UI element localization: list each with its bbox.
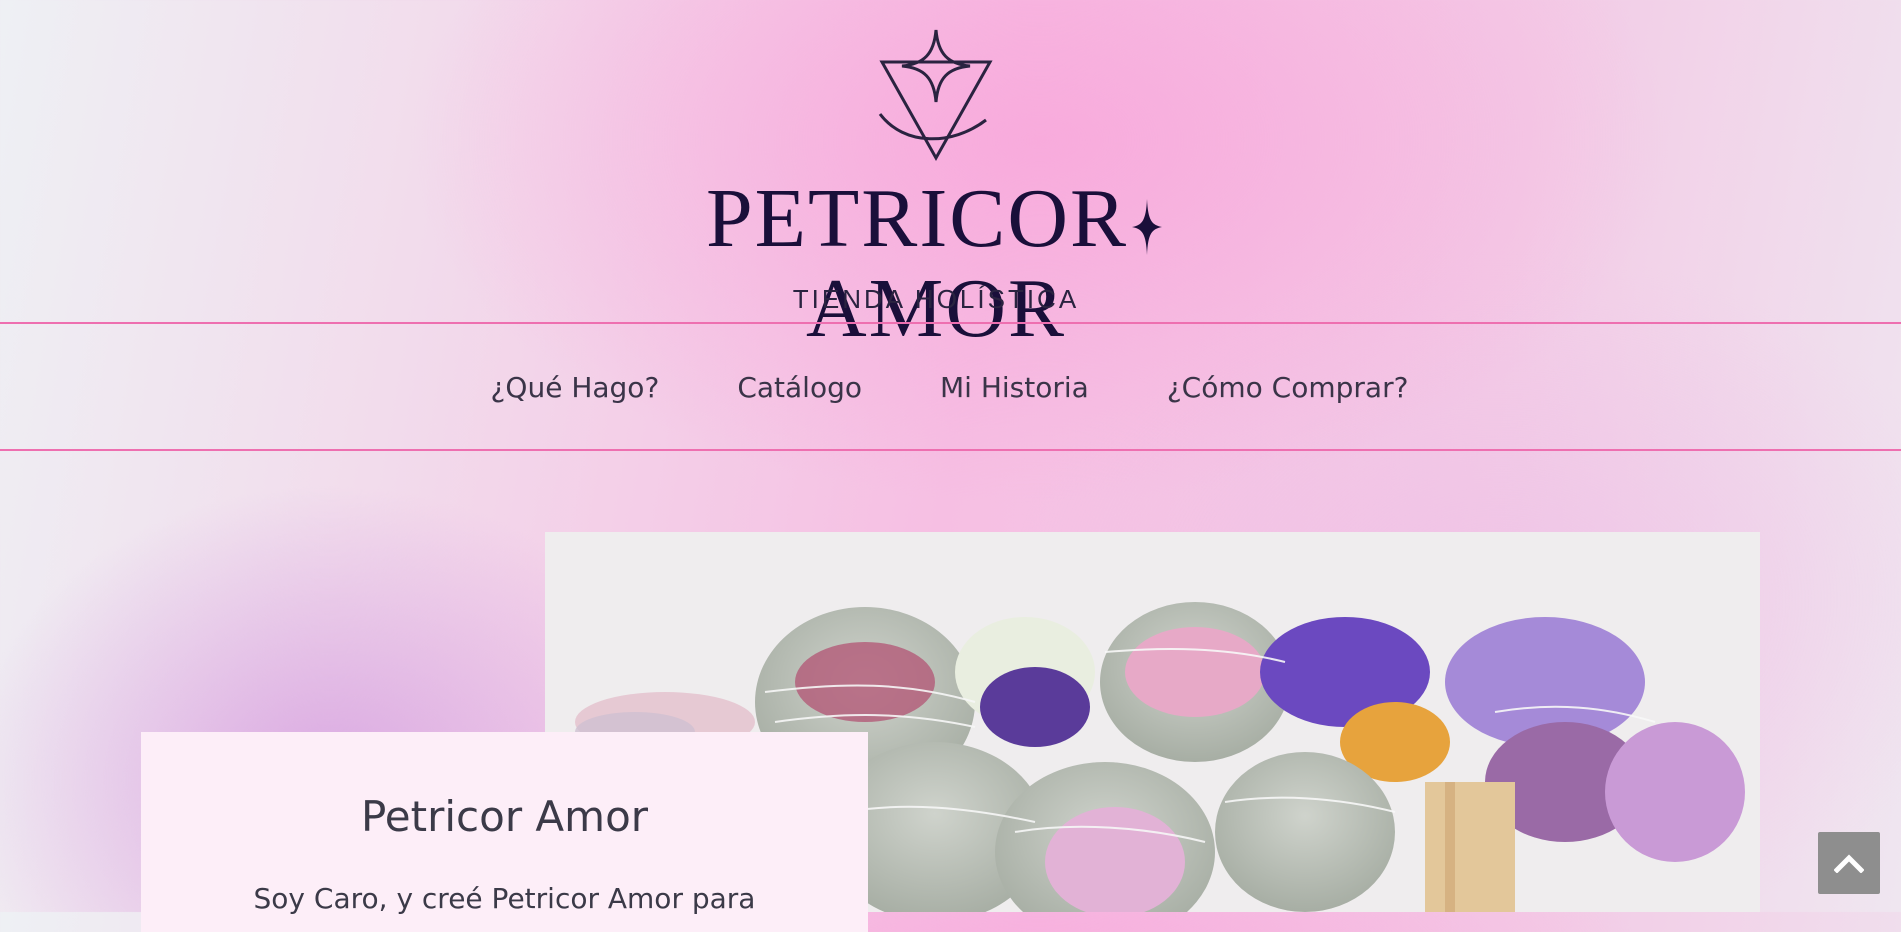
site-header: PETRICORAMOR TIENDA HOLÍSTICA [0,0,1901,354]
nav-item-que-hago[interactable]: ¿Qué Hago? [491,371,660,404]
chevron-up-icon [1834,854,1864,873]
sparkle-icon [1132,198,1163,255]
main-nav: ¿Qué Hago? Catálogo Mi Historia ¿Cómo Co… [0,324,1901,450]
intro-text: Soy Caro, y creé Petricor Amor para [253,882,756,915]
logo[interactable]: PETRICORAMOR TIENDA HOLÍSTICA [600,28,1272,354]
brand-left: PETRICOR [705,172,1129,265]
nav-item-como-comprar[interactable]: ¿Cómo Comprar? [1167,371,1409,404]
nav-item-catalogo[interactable]: Catálogo [737,371,862,404]
intro-card: Petricor Amor Soy Caro, y creé Petricor … [141,732,868,932]
intro-title: Petricor Amor [360,792,649,841]
scroll-to-top-button[interactable] [1818,832,1880,894]
nav-item-mi-historia[interactable]: Mi Historia [940,371,1089,404]
triangle-star-icon [878,29,993,162]
tagline: TIENDA HOLÍSTICA [792,284,1080,314]
nav-bottom-divider [0,449,1901,451]
